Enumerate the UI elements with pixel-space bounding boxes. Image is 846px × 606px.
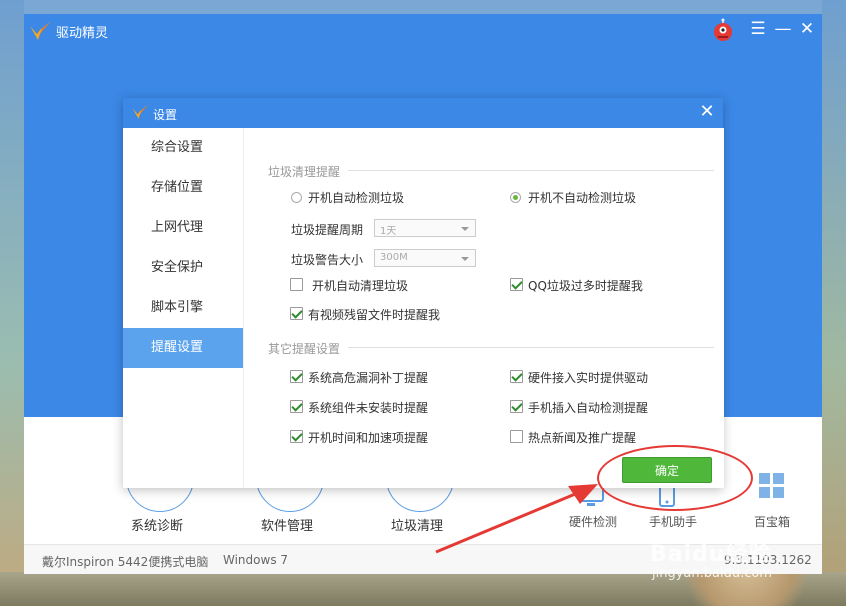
os-version-text: Windows 7: [223, 553, 289, 567]
checkbox-boot-time[interactable]: [290, 430, 303, 443]
dialog-titlebar: 设置 ✕: [123, 98, 723, 128]
tile-system-diagnosis[interactable]: 系统诊断: [131, 515, 183, 534]
checkbox-qq-junk[interactable]: [510, 278, 523, 291]
nav-script-engine[interactable]: 脚本引擎: [123, 288, 243, 328]
annotation-arrow-icon: [435, 484, 598, 554]
checkbox-component-missing-label[interactable]: 系统组件未安装时提醒: [308, 399, 428, 416]
checkbox-qq-junk-label[interactable]: QQ垃圾过多时提醒我: [528, 277, 643, 294]
radio-auto-detect-label[interactable]: 开机自动检测垃圾: [308, 189, 404, 206]
radio-no-auto-detect[interactable]: [510, 192, 521, 203]
nav-reminder-settings[interactable]: 提醒设置: [123, 328, 243, 368]
nav-security[interactable]: 安全保护: [123, 248, 243, 288]
close-icon[interactable]: ✕: [798, 20, 816, 38]
nav-proxy[interactable]: 上网代理: [123, 208, 243, 248]
checkbox-hardware-driver[interactable]: [510, 370, 523, 383]
radio-auto-detect[interactable]: [291, 192, 302, 203]
checkbox-hot-news[interactable]: [510, 430, 523, 443]
settings-dialog: 设置 ✕ 综合设置 存储位置 上网代理 安全保护 脚本引擎 提醒设置 垃圾清理提…: [123, 98, 724, 488]
cycle-select[interactable]: 1天: [374, 219, 476, 237]
tile-software-manager[interactable]: 软件管理: [261, 515, 313, 534]
checkbox-security-patch-label[interactable]: 系统高危漏洞补丁提醒: [308, 369, 428, 386]
nav-general-settings[interactable]: 综合设置: [123, 128, 243, 168]
checkbox-component-missing[interactable]: [290, 400, 303, 413]
checkbox-boot-time-label[interactable]: 开机时间和加速项提醒: [308, 429, 428, 446]
menu-icon[interactable]: ☰: [749, 20, 767, 38]
cycle-label: 垃圾提醒周期: [291, 223, 364, 237]
checkbox-auto-clean[interactable]: [290, 278, 303, 291]
radio-no-auto-detect-label[interactable]: 开机不自动检测垃圾: [528, 189, 636, 206]
app-logo-icon: [30, 22, 50, 40]
app-title: 驱动精灵: [56, 26, 109, 41]
size-select[interactable]: 300M: [374, 249, 476, 267]
watermark-logo: Baidu经验: [650, 542, 772, 567]
checkbox-video-residue[interactable]: [290, 307, 303, 320]
checkbox-video-residue-label[interactable]: 有视频残留文件时提醒我: [308, 306, 440, 323]
checkbox-hot-news-label[interactable]: 热点新闻及推广提醒: [528, 429, 636, 446]
dialog-logo-icon: [132, 105, 148, 119]
tile-toolbox[interactable]: 百宝箱: [754, 513, 790, 530]
checkbox-hardware-driver-label[interactable]: 硬件接入实时提供驱动: [528, 369, 648, 386]
robot-avatar-icon[interactable]: [712, 18, 734, 42]
desktop-background-left: [0, 0, 24, 606]
tile-phone-assistant[interactable]: 手机助手: [649, 513, 697, 530]
checkbox-phone-detect-label[interactable]: 手机插入自动检测提醒: [528, 399, 648, 416]
nav-storage-location[interactable]: 存储位置: [123, 168, 243, 208]
dialog-close-icon[interactable]: ✕: [697, 102, 717, 122]
checkbox-auto-clean-label[interactable]: 开机自动清理垃圾: [312, 277, 408, 294]
desktop-background-right: [822, 0, 846, 606]
minimize-icon[interactable]: —: [774, 20, 792, 38]
group-divider: [348, 170, 714, 171]
size-label: 垃圾警告大小: [291, 253, 364, 267]
size-select-value: 300M: [380, 252, 408, 263]
chevron-down-icon: [461, 227, 469, 231]
checkbox-phone-detect[interactable]: [510, 400, 523, 413]
chevron-down-icon: [461, 257, 469, 261]
other-reminder-group-title: 其它提醒设置: [268, 342, 341, 356]
cycle-select-value: 1天: [380, 226, 397, 237]
checkbox-security-patch[interactable]: [290, 370, 303, 383]
junk-reminder-group-title: 垃圾清理提醒: [268, 165, 341, 179]
group-divider: [348, 347, 714, 348]
toolbox-grid-icon[interactable]: [758, 472, 786, 500]
settings-nav: 综合设置 存储位置 上网代理 安全保护 脚本引擎 提醒设置: [123, 128, 243, 488]
watermark-url: jingyan.baidu.com: [652, 566, 772, 581]
annotation-circle: [597, 445, 753, 511]
device-model-text: 戴尔Inspiron 5442便携式电脑: [42, 555, 209, 569]
dialog-title: 设置: [153, 108, 178, 122]
settings-content: 垃圾清理提醒 开机自动检测垃圾 开机不自动检测垃圾 垃圾提醒周期 1天 垃圾警告…: [243, 128, 724, 488]
